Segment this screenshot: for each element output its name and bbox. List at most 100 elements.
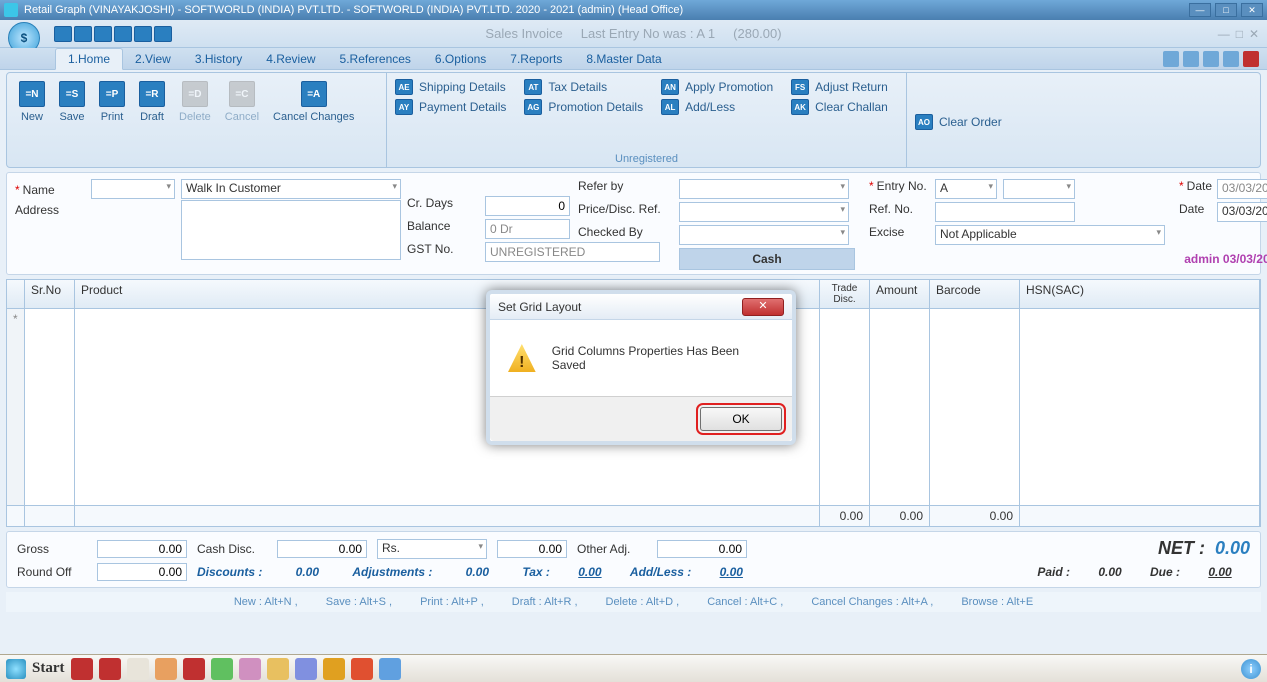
clear-challan-button[interactable]: AKClear Challan [791,99,898,115]
cancel-changes-button[interactable]: =ACancel Changes [269,79,358,125]
roundoff-value[interactable] [97,563,187,581]
promotion-details-button[interactable]: AGPromotion Details [524,99,643,115]
ribbon-icon: =D [182,81,208,107]
task-icon-4[interactable] [155,658,177,680]
shipping-details-button[interactable]: AEShipping Details [395,79,506,95]
link-icon: AK [791,99,809,115]
qat-btn-5[interactable] [134,26,152,42]
task-icon-8[interactable] [267,658,289,680]
task-icon-7[interactable] [239,658,261,680]
qat-btn-2[interactable] [74,26,92,42]
add-less-button[interactable]: ALAdd/Less [661,99,773,115]
refresh-icon[interactable] [1183,51,1199,67]
referby-combo[interactable] [679,179,849,199]
tab-history[interactable]: 3.History [183,49,254,69]
date2-input[interactable]: 03/03/2021 [1217,202,1267,222]
doc-title: Sales Invoice [485,26,562,41]
payment-mode-cash[interactable]: Cash [679,248,855,270]
foot-tradedisc: 0.00 [820,506,870,526]
crdays-input[interactable] [485,196,570,216]
address-input[interactable] [181,200,401,260]
excise-combo[interactable]: Not Applicable [935,225,1165,245]
date1-input[interactable]: 03/03/2021 [1217,179,1267,199]
tab-home[interactable]: 1.Home [55,48,123,70]
task-icon-9[interactable] [295,658,317,680]
col-barcode[interactable]: Barcode [930,280,1020,308]
task-icon-6[interactable] [211,658,233,680]
name-combo[interactable]: Walk In Customer [181,179,401,199]
dialog-ok-button[interactable]: OK [700,407,782,431]
col-tradedisc[interactable]: Trade Disc. [820,280,870,308]
pricedisc-combo[interactable] [679,202,849,222]
link-icon: AE [395,79,413,95]
task-icon-12[interactable] [379,658,401,680]
task-icon-11[interactable] [351,658,373,680]
apply-promotion-button[interactable]: ANApply Promotion [661,79,773,95]
close-button[interactable]: ✕ [1241,3,1263,17]
otheradj-value[interactable] [657,540,747,558]
info-icon[interactable]: i [1241,659,1261,679]
draft-button[interactable]: =RDraft [135,79,169,125]
ribbon-label: Cancel Changes [273,111,354,123]
col-amount[interactable]: Amount [870,280,930,308]
dialog-close-button[interactable]: ✕ [742,298,784,316]
taskbar-app-icon[interactable] [6,659,26,679]
due-label: Due : [1150,565,1180,579]
adjust-return-button[interactable]: FSAdjust Return [791,79,898,95]
ribbon-label: Delete [179,111,211,123]
currency-value[interactable] [497,540,567,558]
inner-restore[interactable]: □ [1236,27,1243,41]
entryno-series[interactable]: A [935,179,997,199]
gross-value[interactable] [97,540,187,558]
tab-masterdata[interactable]: 8.Master Data [574,49,673,69]
col-hsn[interactable]: HSN(SAC) [1020,280,1260,308]
tax-value[interactable]: 0.00 [560,565,620,579]
task-icon-10[interactable] [323,658,345,680]
task-icon-3[interactable] [127,658,149,680]
save-button[interactable]: =SSave [55,79,89,125]
start-label[interactable]: Start [32,660,65,677]
inner-close[interactable]: ✕ [1249,27,1259,41]
payment-details-button[interactable]: AYPayment Details [395,99,506,115]
flag-icon[interactable] [1243,51,1259,67]
qat-btn-3[interactable] [94,26,112,42]
task-icon-2[interactable] [99,658,121,680]
date1-label: Date [1179,179,1211,199]
col-srno[interactable]: Sr.No [25,280,75,308]
qat-btn-6[interactable] [154,26,172,42]
inner-minimize[interactable]: — [1218,27,1230,41]
entryno-number[interactable] [1003,179,1075,199]
clear-order-label: Clear Order [939,115,1002,129]
help-icon[interactable] [1163,51,1179,67]
due-value[interactable]: 0.00 [1190,565,1250,579]
currency-combo[interactable]: Rs. [377,539,487,559]
name-code-combo[interactable] [91,179,175,199]
task-icon-1[interactable] [71,658,93,680]
link-label: Adjust Return [815,80,888,94]
calc-icon[interactable] [1223,51,1239,67]
tab-reports[interactable]: 7.Reports [498,49,574,69]
discounts-label: Discounts : [197,565,262,579]
addless-value[interactable]: 0.00 [701,565,761,579]
refno-input[interactable] [935,202,1075,222]
maximize-button[interactable]: □ [1215,3,1237,17]
new-button[interactable]: =NNew [15,79,49,125]
clear-order-button[interactable]: AO Clear Order [915,114,1019,130]
gross-label: Gross [17,542,87,556]
last-entry-text: Last Entry No was : A 1 [581,26,715,41]
task-icon-5[interactable] [183,658,205,680]
tax-details-button[interactable]: ATTax Details [524,79,643,95]
export-icon[interactable] [1203,51,1219,67]
window-titlebar: Retail Graph (VINAYAKJOSHI) - SOFTWORLD … [0,0,1267,20]
tab-review[interactable]: 4.Review [254,49,327,69]
checkedby-combo[interactable] [679,225,849,245]
tab-options[interactable]: 6.Options [423,49,498,69]
print-button[interactable]: =PPrint [95,79,129,125]
ribbon-header: $ Sales Invoice Last Entry No was : A 1 … [0,20,1267,48]
cashdisc-value[interactable] [277,540,367,558]
qat-btn-4[interactable] [114,26,132,42]
tab-references[interactable]: 5.References [328,49,423,69]
minimize-button[interactable]: — [1189,3,1211,17]
qat-btn-1[interactable] [54,26,72,42]
tab-view[interactable]: 2.View [123,49,183,69]
